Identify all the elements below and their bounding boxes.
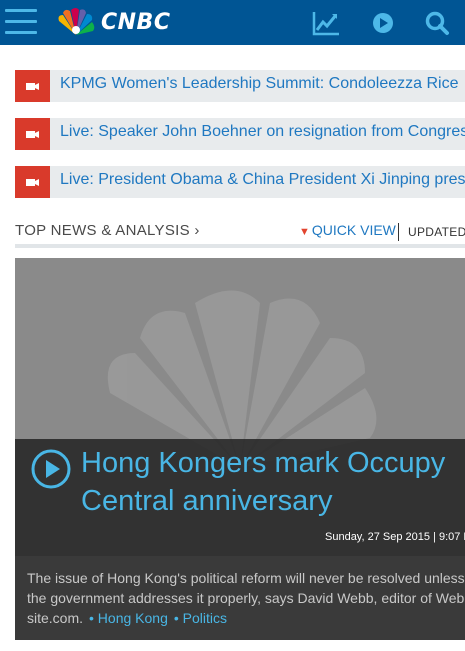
divider [398,223,399,241]
video-play-icon[interactable] [371,10,399,36]
section-title[interactable]: TOP NEWS & ANALYSIS › [15,222,200,239]
hero-story[interactable]: Hong Kongers mark Occupy Central anniver… [15,258,465,640]
tag-hong-kong[interactable]: • Hong Kong [89,610,168,626]
video-camera-icon [15,166,50,198]
video-title[interactable]: Live: President Obama & China President … [60,171,465,189]
hero-headline[interactable]: Hong Kongers mark Occupy Central anniver… [81,444,465,520]
tag-politics[interactable]: • Politics [174,610,227,626]
hero-headline-line2: Central anniversary [81,485,333,517]
video-camera-icon [15,70,50,102]
video-item[interactable]: Live: President Obama & China President … [15,166,465,198]
cnbc-peacock-logo-icon [58,8,95,35]
video-title[interactable]: Live: Speaker John Boehner on resignatio… [60,123,465,141]
hero-headline-line1: Hong Kongers mark Occupy [81,447,446,479]
quick-view-toggle[interactable]: ▼ QUICK VIEW [299,222,396,238]
updated-label: UPDATED: [408,225,465,239]
video-item[interactable]: Live: Speaker John Boehner on resignatio… [15,118,465,150]
hero-description: The issue of Hong Kong's political refor… [27,568,465,628]
cnbc-logo[interactable]: CNBC [55,7,210,37]
triangle-down-icon: ▼ [299,226,310,238]
logo-text: CNBC [101,10,171,35]
markets-chart-icon[interactable] [312,10,340,36]
quick-view-label: QUICK VIEW [311,222,396,238]
search-icon[interactable] [424,10,452,36]
play-circle-icon[interactable] [30,448,72,490]
hero-description-panel: The issue of Hong Kong's political refor… [15,556,465,640]
menu-icon[interactable] [5,9,37,35]
video-title[interactable]: KPMG Women's Leadership Summit: Condolee… [60,75,458,93]
video-camera-icon [15,118,50,150]
video-item[interactable]: KPMG Women's Leadership Summit: Condolee… [15,70,465,102]
hero-timestamp: Sunday, 27 Sep 2015 | 9:07 PM [325,531,465,543]
section-header: TOP NEWS & ANALYSIS › ▼ QUICK VIEW UPDATE… [15,222,465,248]
top-nav-bar: CNBC [0,0,465,45]
